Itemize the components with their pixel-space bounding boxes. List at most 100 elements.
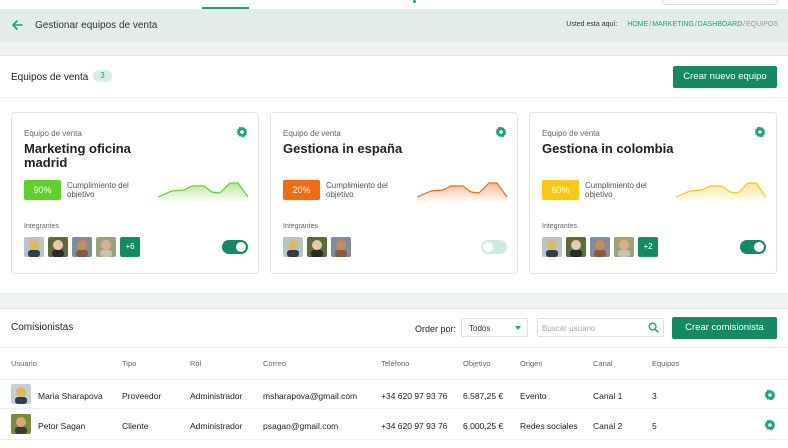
user-role: Administrador	[190, 391, 243, 401]
members-avatars: +6	[24, 237, 140, 257]
user-origin: Redes sociales	[520, 421, 578, 431]
avatar[interactable]	[72, 237, 92, 257]
team-card: Equipo de venta Gestiona in españa 20% C…	[270, 112, 518, 274]
user-phone: +34 620 97 93 76	[381, 391, 448, 401]
goal-label: Cumplimiento del objetivo	[585, 181, 647, 199]
avatar[interactable]	[24, 237, 44, 257]
column-header-rol[interactable]: Rol	[190, 359, 201, 368]
avatar	[11, 414, 31, 434]
team-active-toggle[interactable]	[481, 240, 507, 254]
user-role: Administrador	[190, 421, 243, 431]
user-type: Cliente	[122, 421, 149, 431]
goal-percent-badge: 20%	[283, 180, 320, 200]
more-members-badge[interactable]: +2	[638, 237, 658, 257]
user-phone: +34 620 97 93 76	[381, 421, 448, 431]
members-avatars: +2	[542, 237, 658, 257]
team-card-subtitle: Equipo de venta	[542, 129, 600, 138]
avatar[interactable]	[590, 237, 610, 257]
breadcrumb-dashboard[interactable]: DASHBOARD	[698, 21, 742, 28]
team-trend-sparkline	[676, 182, 766, 203]
goal-percent-badge: 90%	[24, 180, 61, 200]
user-channel: Canal 1	[593, 391, 623, 401]
breadcrumb-marketing[interactable]: MARKETING	[652, 21, 694, 28]
team-active-toggle[interactable]	[740, 240, 766, 254]
breadcrumb: Usted esta aquí: HOME/MARKETING/DASHBOARD…	[566, 21, 778, 28]
user-origin: Evento	[520, 391, 547, 401]
goal-percent-badge: 60%	[542, 180, 579, 200]
column-header-canal[interactable]: Canal	[593, 359, 613, 368]
column-header-telefono[interactable]: Teléfono	[381, 359, 409, 368]
user-name: Petor Sagan	[38, 421, 86, 431]
avatar[interactable]	[307, 237, 327, 257]
team-trend-sparkline	[158, 182, 248, 203]
members-avatars	[283, 237, 351, 257]
user-email: msharapova@gmail.com	[263, 391, 358, 401]
column-header-usuario[interactable]: Usuario	[11, 359, 37, 368]
breadcrumb-current: EQUIPOS	[746, 21, 778, 28]
page-title: Gestionar equipos de venta	[35, 20, 158, 31]
teams-title: Equipos de venta	[11, 72, 89, 83]
top-nav-strip	[0, 0, 788, 9]
team-name: Gestiona in colombia	[542, 141, 674, 156]
members-label: Integrantes	[24, 223, 60, 230]
members-label: Integrantes	[542, 223, 578, 230]
team-active-toggle[interactable]	[222, 240, 248, 254]
team-card: Equipo de venta Marketing oficina madrid…	[11, 112, 259, 274]
divider	[0, 347, 788, 348]
column-header-correo[interactable]: Correo	[263, 359, 286, 368]
order-label: Order por:	[415, 324, 457, 334]
teams-count-badge: 3	[93, 70, 112, 82]
user-search-field[interactable]	[537, 318, 664, 337]
order-select[interactable]: Todos	[461, 318, 528, 337]
gear-icon[interactable]	[754, 126, 766, 138]
table-row[interactable]: Petor Sagan Cliente Administrador psagan…	[0, 410, 788, 440]
divider	[0, 97, 788, 98]
gear-icon[interactable]	[764, 419, 776, 431]
breadcrumb-home[interactable]: HOME	[627, 21, 648, 28]
create-team-button[interactable]: Crear nuevo equipo	[673, 66, 777, 88]
gear-icon[interactable]	[236, 126, 248, 138]
team-card-subtitle: Equipo de venta	[283, 129, 341, 138]
team-trend-sparkline	[417, 182, 507, 203]
teams-panel: Equipos de venta 3 Crear nuevo equipo Eq…	[0, 55, 788, 294]
commissions-panel: Comisionistas Order por: Todos Crear com…	[0, 308, 788, 448]
team-card: Equipo de venta Gestiona in colombia 60%…	[529, 112, 777, 274]
column-header-origen[interactable]: Origen	[520, 359, 543, 368]
top-search-box[interactable]	[662, 0, 778, 5]
user-channel: Canal 2	[593, 421, 623, 431]
column-header-equipos[interactable]: Equipos	[652, 359, 679, 368]
avatar[interactable]	[48, 237, 68, 257]
gear-icon[interactable]	[495, 126, 507, 138]
avatar[interactable]	[331, 237, 351, 257]
search-icon[interactable]	[648, 322, 659, 333]
user-goal: 6.587,25 €	[463, 391, 504, 401]
user-goal: 6.000,25 €	[463, 421, 504, 431]
user-email: psagan@gmail.com	[263, 421, 339, 431]
avatar[interactable]	[542, 237, 562, 257]
avatar	[11, 384, 31, 404]
nav-indicator-dot	[413, 0, 416, 3]
more-members-badge[interactable]: +6	[120, 237, 140, 257]
goal-label: Cumplimiento del objetivo	[67, 181, 129, 199]
create-commission-agent-button[interactable]: Crear comisionista	[672, 317, 777, 339]
table-row[interactable]: Maria Sharapova Proveedor Administrador …	[0, 379, 788, 409]
column-header-objetivo[interactable]: Objetivo	[463, 359, 491, 368]
avatar[interactable]	[283, 237, 303, 257]
avatar[interactable]	[96, 237, 116, 257]
back-arrow-icon[interactable]	[11, 19, 23, 31]
gear-icon[interactable]	[764, 389, 776, 401]
user-name: Maria Sharapova	[38, 391, 103, 401]
members-label: Integrantes	[283, 223, 319, 230]
column-header-tipo[interactable]: Tipo	[122, 359, 136, 368]
avatar[interactable]	[566, 237, 586, 257]
order-select-value: Todos	[469, 324, 491, 333]
user-search-input[interactable]	[542, 322, 642, 334]
team-name: Gestiona in españa	[283, 141, 403, 156]
user-teams: 5	[652, 421, 657, 431]
user-type: Proveedor	[122, 391, 162, 401]
breadcrumb-label: Usted esta aquí:	[566, 21, 618, 28]
team-card-subtitle: Equipo de venta	[24, 129, 82, 138]
avatar[interactable]	[614, 237, 634, 257]
team-name: Marketing oficina madrid	[24, 141, 131, 170]
user-teams: 3	[652, 391, 657, 401]
